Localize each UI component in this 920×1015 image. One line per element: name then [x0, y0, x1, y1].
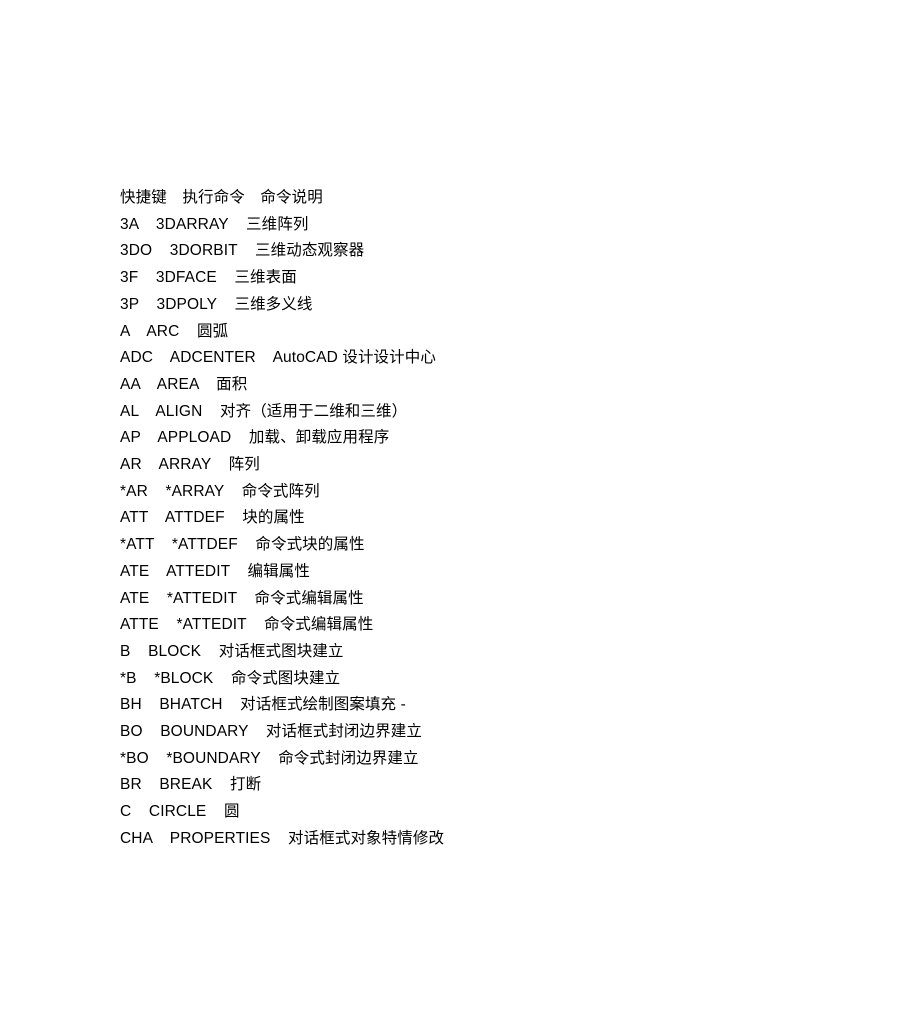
shortcut-row: A ARC 圆弧: [120, 322, 229, 340]
shortcut-row: 3A 3DARRAY 三维阵列: [120, 215, 309, 233]
shortcut-row: B BLOCK 对话框式图块建立: [120, 642, 344, 660]
shortcut-row: BR BREAK 打断: [120, 776, 262, 794]
shortcut-row: BH BHATCH 对话框式绘制图案填充 -: [120, 696, 406, 714]
shortcut-row: ATE ATTEDIT 编辑属性: [120, 562, 310, 580]
shortcut-row: C CIRCLE 圆: [120, 803, 240, 821]
shortcut-row: BO BOUNDARY 对话框式封闭边界建立: [120, 723, 422, 741]
shortcut-row: CHA PROPERTIES 对话框式对象特情修改: [120, 829, 445, 847]
shortcut-row: *BO *BOUNDARY 命令式封闭边界建立: [120, 749, 419, 767]
shortcut-row: 3F 3DFACE 三维表面: [120, 269, 297, 287]
shortcut-row: ADC ADCENTER AutoCAD 设计设计中心: [120, 349, 436, 367]
shortcut-row-list: 3A 3DARRAY 三维阵列 3DO 3DORBIT 三维动态观察器 3F 3DF…: [120, 212, 880, 853]
document-page: 快捷键 执行命令 命令说明 3A 3DARRAY 三维阵列 3DO 3DORBIT…: [0, 0, 920, 1015]
shortcut-row: ATE *ATTEDIT 命令式编辑属性: [120, 589, 364, 607]
shortcut-row: AL ALIGN 对齐（适用于二维和三维）: [120, 402, 408, 420]
shortcut-row: AA AREA 面积: [120, 375, 248, 393]
shortcut-row: AR ARRAY 阵列: [120, 456, 260, 474]
shortcut-row: *AR *ARRAY 命令式阵列: [120, 482, 320, 500]
shortcut-row: ATT ATTDEF 块的属性: [120, 509, 305, 527]
shortcut-reference-text: 快捷键 执行命令 命令说明 3A 3DARRAY 三维阵列 3DO 3DORBIT…: [120, 185, 880, 853]
shortcut-row: AP APPLOAD 加载、卸载应用程序: [120, 429, 390, 447]
shortcut-row: 3P 3DPOLY 三维多义线: [120, 295, 313, 313]
shortcut-row: *B *BLOCK 命令式图块建立: [120, 669, 341, 687]
column-header-line: 快捷键 执行命令 命令说明: [120, 189, 323, 206]
shortcut-row: 3DO 3DORBIT 三维动态观察器: [120, 242, 365, 260]
shortcut-row: ATTE *ATTEDIT 命令式编辑属性: [120, 616, 374, 634]
shortcut-row: *ATT *ATTDEF 命令式块的属性: [120, 536, 365, 554]
